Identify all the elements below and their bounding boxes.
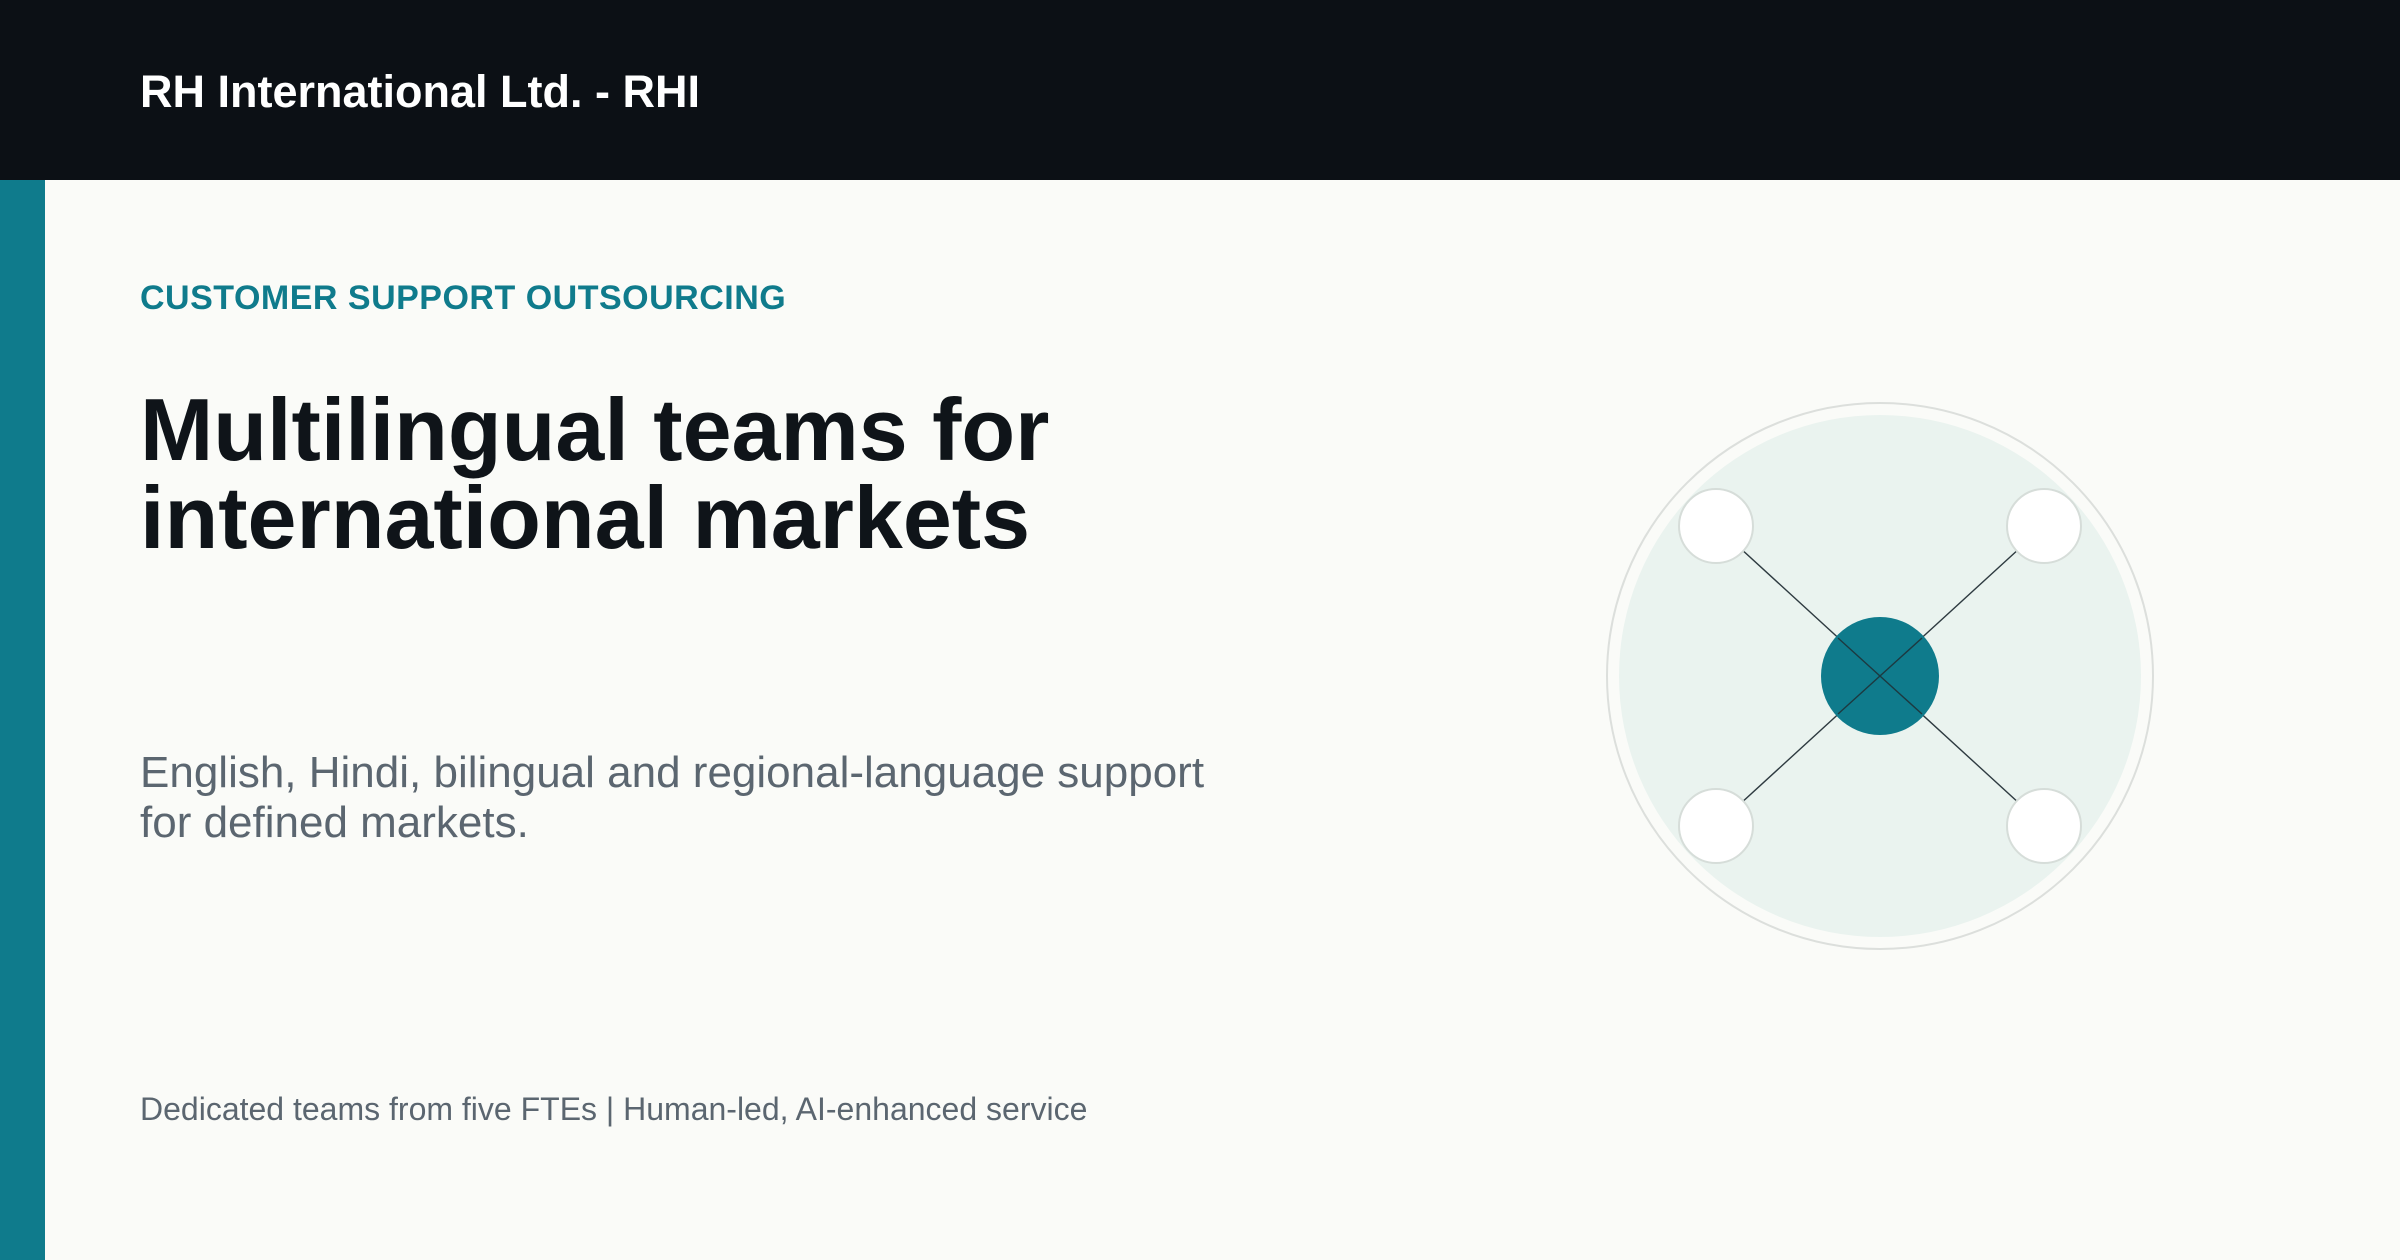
slide: RH International Ltd. - RHI CUSTOMER SUP… <box>0 0 2400 1260</box>
satellite-node <box>2006 788 2082 864</box>
hero-subtext-line: for defined markets. <box>140 798 529 847</box>
satellite-node <box>2006 488 2082 564</box>
hero-subtext: English, Hindi, bilingual and regional-l… <box>140 748 1340 848</box>
hero-subtext-line: English, Hindi, bilingual and regional-l… <box>140 748 1205 797</box>
hub-network-icon <box>1606 402 2154 950</box>
top-bar: RH International Ltd. - RHI <box>0 0 2400 180</box>
section-eyebrow: CUSTOMER SUPPORT OUTSOURCING <box>140 279 787 317</box>
satellite-node <box>1678 788 1754 864</box>
page-title-line: international markets <box>140 468 1031 567</box>
page-title-line: Multilingual teams for <box>140 380 1050 479</box>
satellite-node <box>1678 488 1754 564</box>
accent-stripe <box>0 180 45 1260</box>
brand-title: RH International Ltd. - RHI <box>140 66 700 117</box>
footnote: Dedicated teams from five FTEs | Human-l… <box>140 1091 1088 1127</box>
page-title: Multilingual teams for international mar… <box>140 386 1240 562</box>
